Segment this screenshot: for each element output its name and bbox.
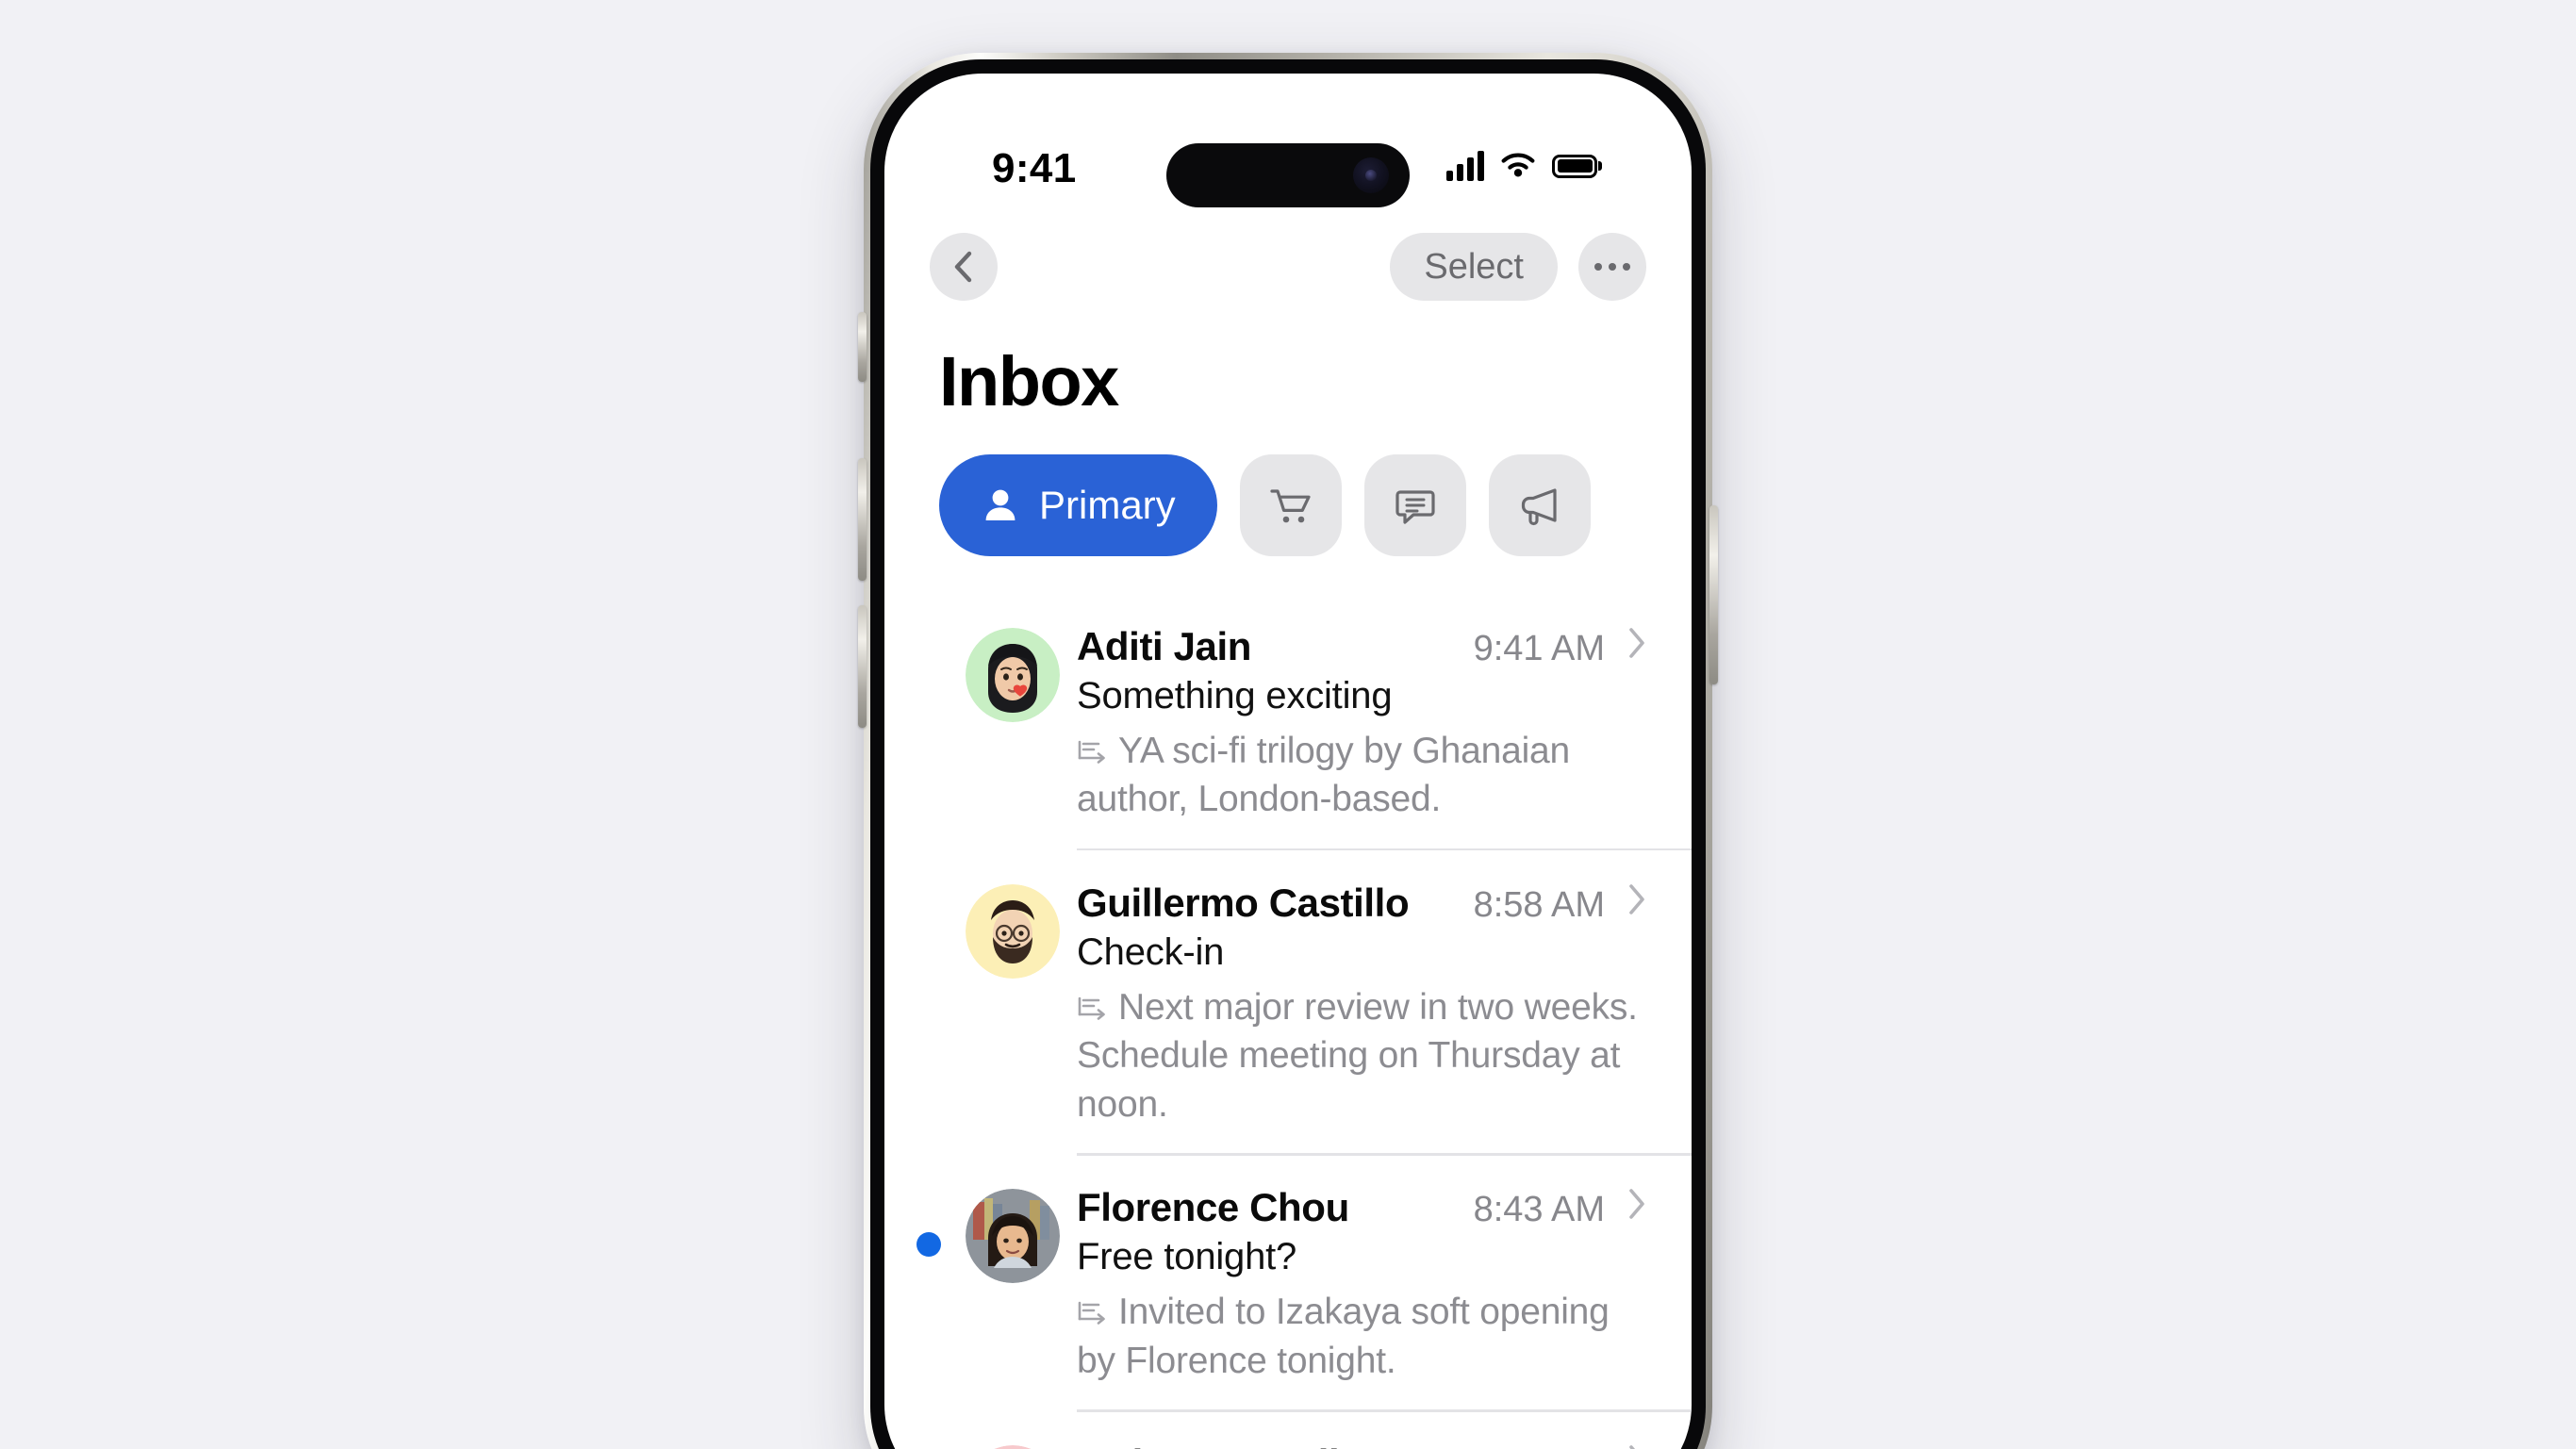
- avatar-column: [966, 592, 1077, 848]
- summarize-arrow-icon: [1078, 996, 1105, 1020]
- unread-dot: [916, 1232, 941, 1258]
- message-time: 8:58 AM: [1473, 884, 1605, 925]
- unread-indicator-column: [907, 848, 966, 1153]
- message-subject: Free tonight?: [1077, 1236, 1297, 1278]
- avatar[interactable]: [966, 1445, 1060, 1449]
- message-header: Tatiana Napoli 8:01 AM: [1077, 1441, 1648, 1449]
- message-body: Aditi Jain 9:41 AM Something exciting YA…: [1077, 592, 1692, 848]
- open-message-chevron[interactable]: [1626, 1443, 1648, 1449]
- open-message-chevron[interactable]: [1626, 1187, 1648, 1226]
- message-summary-text: Next major review in two weeks. Schedule…: [1077, 986, 1638, 1125]
- avatar[interactable]: [966, 1189, 1060, 1284]
- message-time: 9:41 AM: [1473, 629, 1605, 668]
- message-summary: Next major review in two weeks. Schedule…: [1077, 983, 1648, 1128]
- unread-indicator-column: [907, 1409, 966, 1449]
- message-row[interactable]: Florence Chou 8:43 AM Free tonight? Invi…: [884, 1153, 1692, 1409]
- sender-name: Guillermo Castillo: [1077, 880, 1410, 925]
- message-row[interactable]: Guillermo Castillo 8:58 AM Check-in Next…: [884, 848, 1692, 1153]
- filter-tabs: Primary: [939, 454, 1591, 556]
- unread-indicator-column: [907, 592, 966, 848]
- sender-name: Tatiana Napoli: [1077, 1441, 1340, 1449]
- row-divider: [1077, 1409, 1692, 1412]
- phone-screen: 9:41 Select Inbox Primary Aditi Jain 9:4…: [884, 74, 1692, 1449]
- avatar[interactable]: [966, 628, 1060, 722]
- iphone-device-frame: 9:41 Select Inbox Primary Aditi Jain 9:4…: [858, 53, 1718, 1449]
- more-options-button[interactable]: [1578, 233, 1646, 301]
- row-divider: [1077, 1153, 1692, 1156]
- cellular-bars-icon: [1446, 151, 1484, 181]
- status-time: 9:41: [992, 145, 1077, 191]
- message-header: Florence Chou 8:43 AM: [1077, 1185, 1648, 1230]
- message-header: Guillermo Castillo 8:58 AM: [1077, 881, 1648, 926]
- message-summary: YA sci-fi trilogy by Ghanaian author, Lo…: [1077, 727, 1648, 824]
- status-indicators: [1446, 151, 1597, 181]
- shopping-cart-icon: [1270, 489, 1311, 523]
- avatar-column: [966, 1153, 1077, 1409]
- action-button[interactable]: [858, 312, 867, 382]
- open-message-chevron[interactable]: [1626, 882, 1648, 921]
- wifi-icon: [1501, 153, 1535, 177]
- person-icon: [985, 489, 1016, 520]
- filter-tab-promotions[interactable]: [1488, 454, 1591, 556]
- message-header: Aditi Jain 9:41 AM: [1077, 624, 1648, 669]
- summarize-arrow-icon: [1078, 1302, 1105, 1326]
- message-body: Guillermo Castillo 8:58 AM Check-in Next…: [1077, 848, 1692, 1153]
- sender-name: Florence Chou: [1077, 1185, 1349, 1230]
- power-button[interactable]: [1709, 505, 1718, 684]
- message-row[interactable]: Aditi Jain 9:41 AM Something exciting YA…: [884, 592, 1692, 848]
- message-row[interactable]: Tatiana Napoli 8:01 AM Retail partner vi…: [884, 1409, 1692, 1449]
- filter-tab-primary-label: Primary: [1039, 483, 1176, 527]
- row-divider: [1077, 848, 1692, 851]
- megaphone-icon: [1521, 488, 1557, 526]
- open-message-chevron[interactable]: [1626, 626, 1648, 665]
- message-list: Aditi Jain 9:41 AM Something exciting YA…: [884, 592, 1692, 1449]
- summarize-arrow-icon: [1078, 740, 1105, 764]
- message-subject: Check-in: [1077, 930, 1225, 973]
- avatar-column: [966, 1409, 1077, 1449]
- avatar-column: [966, 848, 1077, 1153]
- page-title: Inbox: [939, 342, 1119, 420]
- message-time: 8:43 AM: [1473, 1190, 1605, 1230]
- filter-tab-updates[interactable]: [1363, 454, 1466, 556]
- message-summary: Invited to Izakaya soft opening by Flore…: [1077, 1288, 1648, 1385]
- ellipsis-icon: [1594, 263, 1630, 271]
- chat-bubble-icon: [1395, 490, 1435, 524]
- message-summary-text: Invited to Izakaya soft opening by Flore…: [1077, 1292, 1610, 1381]
- message-subject: Something exciting: [1077, 675, 1393, 716]
- front-camera-icon: [1353, 157, 1389, 193]
- device-bezel: 9:41 Select Inbox Primary Aditi Jain 9:4…: [870, 59, 1706, 1449]
- message-body: Florence Chou 8:43 AM Free tonight? Invi…: [1077, 1153, 1692, 1409]
- volume-down-button[interactable]: [858, 605, 867, 728]
- unread-indicator-column: [907, 1153, 966, 1409]
- chevron-right-icon: [1629, 1189, 1644, 1220]
- chevron-right-icon: [1629, 884, 1644, 914]
- chevron-right-icon: [1629, 628, 1644, 658]
- select-button[interactable]: Select: [1390, 233, 1558, 301]
- chevron-left-icon: [954, 251, 972, 283]
- chevron-right-icon: [1629, 1445, 1635, 1449]
- back-button[interactable]: [930, 233, 998, 301]
- message-summary-text: YA sci-fi trilogy by Ghanaian author, Lo…: [1077, 731, 1571, 820]
- message-body: Tatiana Napoli 8:01 AM Retail partner vi…: [1077, 1409, 1692, 1449]
- sender-name: Aditi Jain: [1077, 624, 1252, 668]
- navigation-bar: Select: [884, 215, 1692, 319]
- dynamic-island: [1166, 143, 1410, 207]
- battery-full-icon: [1552, 154, 1597, 178]
- filter-tab-transactions[interactable]: [1239, 454, 1342, 556]
- filter-tab-primary[interactable]: Primary: [939, 454, 1217, 556]
- avatar[interactable]: [966, 883, 1060, 979]
- volume-up-button[interactable]: [858, 458, 867, 581]
- screenshot-stage: 9:41 Select Inbox Primary Aditi Jain 9:4…: [0, 0, 2576, 1449]
